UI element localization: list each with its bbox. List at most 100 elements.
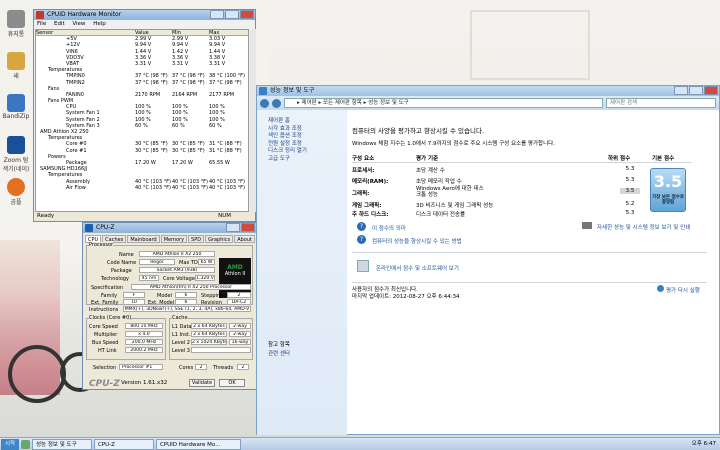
see-also-title: 참고 항목 — [268, 342, 290, 348]
forward-arrow-icon[interactable] — [272, 98, 281, 108]
sensor-max: 40 °C (103 °F) — [209, 184, 245, 191]
model-label: Model — [157, 293, 173, 299]
sensor-row[interactable]: Air Flow 40 °C (103 °F) 40 °C (103 °F) 40 °… — [36, 185, 248, 191]
hwmonitor-titlebar[interactable]: CPUID Hardware Monitor — [34, 10, 255, 20]
tab-about[interactable]: About — [234, 235, 255, 243]
name-label: Name — [119, 252, 134, 258]
link-improve-performance[interactable]: 컴퓨터의 성능을 향상시킬 수 있는 방법 — [372, 237, 462, 245]
taskbar-clock[interactable]: 오후 6:47 — [692, 438, 716, 450]
ok-button[interactable]: OK — [219, 379, 245, 387]
menu-edit[interactable]: Edit — [54, 21, 65, 27]
row-memory-desc: 초당 메모리 작업 수 — [416, 179, 462, 185]
performance-main: 컴퓨터의 사양을 평가하고 향상시킬 수 있습니다. Windows 체험 지수… — [352, 110, 717, 435]
selection-label: Selection — [93, 365, 117, 371]
help-icon: ? — [357, 222, 366, 231]
cpuz-version: Version 1.61.x32 — [121, 380, 168, 386]
breadcrumb[interactable]: ▸ 제어판 ▸ 모든 제어판 항목 ▸ 성능 정보 및 도구 — [284, 98, 603, 108]
gom-player-icon — [7, 178, 25, 196]
row-hard-disk-desc: 디스크 데이터 전송률 — [416, 212, 466, 218]
hwmonitor-title: CPUID Hardware Monitor — [47, 11, 122, 18]
header-divider — [352, 162, 692, 163]
col-value[interactable]: Value — [135, 30, 172, 36]
htlink-value: 2000.2 MHz — [125, 347, 163, 353]
task-performance[interactable]: 성능 정보 및 도구 — [32, 438, 92, 450]
menu-help[interactable]: Help — [93, 21, 106, 27]
link-visual-effects[interactable]: 시각 효과 조정 — [268, 126, 347, 134]
link-disk-cleanup[interactable]: 디스크 정리 열기 — [268, 148, 347, 156]
desktop-icon-folder[interactable]: 새 — [2, 52, 30, 80]
address-bar-row: ▸ 제어판 ▸ 모든 제어판 항목 ▸ 성능 정보 및 도구 제어판 검색 — [257, 96, 719, 110]
col-sensor[interactable]: Sensor — [36, 30, 135, 35]
link-online-scores[interactable]: 온라인에서 점수 및 소프트웨어 보기 — [376, 264, 459, 272]
family-label: Family — [101, 293, 118, 299]
multiplier-label: Multiplier — [94, 332, 118, 338]
taskbar: 시작 성능 정보 및 도구 CPU-Z CPUID Hardware Mo...… — [0, 437, 720, 450]
link-advanced-tools[interactable]: 고급 도구 — [268, 156, 347, 164]
l1data-value: 2 x 64 KBytes — [191, 323, 227, 329]
hwmonitor-app-icon — [36, 11, 44, 19]
cpuz-titlebar[interactable]: CPU-Z — [83, 223, 256, 233]
cores-value: 2 — [195, 364, 207, 370]
l1inst-way: 2-way — [229, 331, 251, 337]
performance-window-controls — [673, 86, 718, 95]
close-button[interactable] — [704, 86, 718, 95]
status-text: Ready — [37, 213, 55, 219]
busspeed-value: 200.0 MHz — [125, 339, 163, 345]
maximize-button[interactable] — [689, 86, 703, 95]
row-hard-disk-score: 5.3 — [625, 210, 635, 216]
minimize-button[interactable] — [226, 223, 240, 232]
maximize-button[interactable] — [225, 10, 239, 19]
sensor-value: 40 °C (103 °F) — [135, 184, 171, 191]
sensor-table: Sensor Value Min Max +5V 2.99 V 2.99 V 3.03… — [35, 29, 249, 212]
l1inst-label: L1 Inst. — [172, 332, 191, 338]
desktop-icon-zoom[interactable]: Zoom 탐색기(네이) — [2, 136, 30, 173]
selection-dropdown[interactable]: Processor #1 — [119, 364, 163, 370]
minimize-button[interactable] — [674, 86, 688, 95]
stepping-value: 2 — [227, 292, 251, 298]
col-min[interactable]: Min — [172, 30, 209, 36]
row-graphics-label: 그래픽: — [352, 191, 370, 197]
rerun-assessment-link[interactable]: 평가 다시 실행 — [666, 286, 700, 294]
link-control-panel-home[interactable]: 제어판 홈 — [268, 118, 347, 126]
desktop-icon-recycle-bin[interactable]: 휴지통 — [2, 10, 30, 38]
extfamily-label: Ext. Family — [91, 300, 119, 306]
task-cpuz[interactable]: CPU-Z — [94, 438, 154, 450]
level2-value: 2 x 1024 KBytes — [191, 339, 227, 345]
close-button[interactable] — [241, 223, 255, 232]
tab-mainboard[interactable]: Mainboard — [127, 235, 160, 243]
tab-memory[interactable]: Memory — [160, 235, 188, 243]
col-max[interactable]: Max — [209, 30, 246, 36]
performance-window: 성능 정보 및 도구 ▸ 제어판 ▸ 모든 제어판 항목 ▸ 성능 정보 및 도… — [256, 85, 720, 435]
link-power-settings[interactable]: 전원 설정 조정 — [268, 141, 347, 149]
performance-titlebar[interactable]: 성능 정보 및 도구 — [257, 86, 719, 96]
tab-graphics[interactable]: Graphics — [205, 235, 234, 243]
hwmonitor-window: CPUID Hardware Monitor File Edit View He… — [33, 9, 256, 222]
minimize-button[interactable] — [210, 10, 224, 19]
name-value: AMD Athlon II X2 250 — [139, 251, 215, 257]
task-hwmonitor[interactable]: CPUID Hardware Mo... — [156, 438, 241, 450]
wallpaper-frame — [470, 10, 590, 80]
l1inst-value: 2 x 64 KBytes — [191, 331, 227, 337]
link-indexing-options[interactable]: 색인 옵션 조정 — [268, 133, 347, 141]
hwmonitor-window-controls — [209, 10, 254, 19]
link-score-meaning[interactable]: 이 점수의 의미 — [372, 224, 406, 232]
desktop-icon-gom[interactable]: 곰플 — [2, 178, 30, 206]
codename-label: Code Name — [107, 260, 137, 266]
cores-label: Cores — [179, 365, 194, 371]
start-button[interactable]: 시작 — [1, 438, 19, 450]
extmodel-value: 6 — [175, 299, 197, 305]
tab-spd[interactable]: SPD — [188, 235, 205, 243]
close-button[interactable] — [240, 10, 254, 19]
link-detailed-info[interactable]: 자세한 성능 및 시스템 정보 보기 및 인쇄 — [597, 223, 690, 231]
link-action-center[interactable]: 관련 센터 — [268, 351, 290, 359]
clocks-label: Clocks (Core #0) — [89, 315, 132, 321]
menu-file[interactable]: File — [37, 21, 46, 27]
printer-icon — [582, 222, 592, 229]
back-arrow-icon[interactable] — [260, 98, 269, 108]
desktop-icon-bandizip[interactable]: BandiZip — [2, 94, 30, 120]
menu-view[interactable]: View — [72, 21, 85, 27]
quicklaunch-icon[interactable] — [21, 439, 30, 449]
validate-button[interactable]: Validate — [189, 379, 215, 387]
search-input[interactable]: 제어판 검색 — [606, 98, 716, 108]
model-value: 6 — [175, 292, 197, 298]
